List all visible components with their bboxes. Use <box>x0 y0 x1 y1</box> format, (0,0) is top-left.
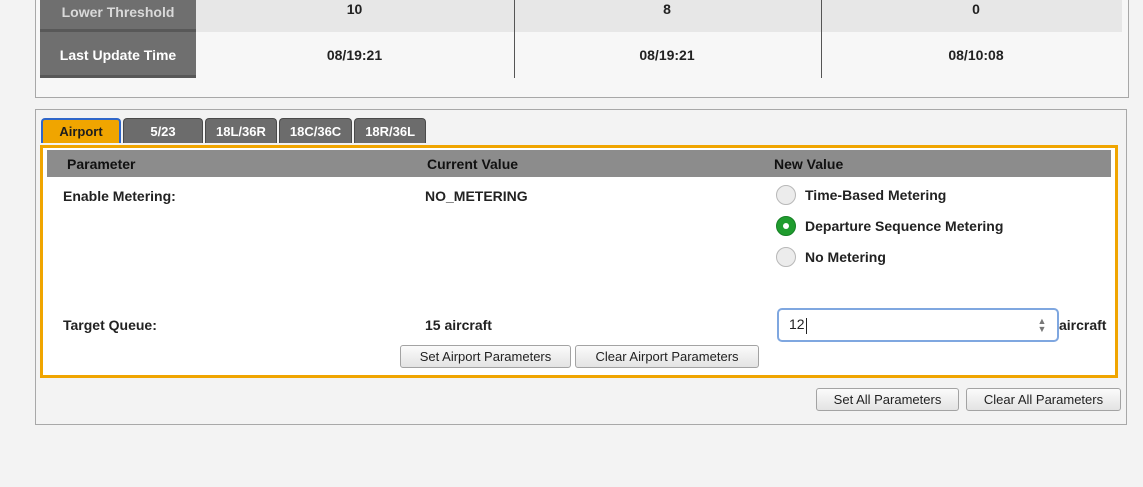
last-update-value-3: 08/10:08 <box>948 47 1004 63</box>
radio-label: No Metering <box>805 249 886 265</box>
column-divider <box>821 0 822 78</box>
header-current-value: Current Value <box>427 156 519 172</box>
target-queue-label: Target Queue: <box>63 317 157 333</box>
tab-airport[interactable]: Airport <box>41 118 121 143</box>
lower-threshold-value-2: 8 <box>663 1 671 17</box>
header-parameter: Parameter <box>67 156 136 172</box>
parameters-panel: Airport 5/23 18L/36R 18C/36C 18R/36L Par… <box>35 109 1127 425</box>
target-queue-current: 15 aircraft <box>425 317 492 333</box>
up-down-spinner-icon[interactable]: ▲ ▼ <box>1035 317 1049 334</box>
tab-5-23[interactable]: 5/23 <box>123 118 203 143</box>
tab-18c-36c[interactable]: 18C/36C <box>278 118 353 143</box>
radio-checked-icon[interactable] <box>776 216 796 236</box>
radio-unchecked-icon[interactable] <box>776 185 796 205</box>
tab-18r-36l[interactable]: 18R/36L <box>354 118 427 143</box>
set-all-parameters-button[interactable]: Set All Parameters <box>816 388 959 411</box>
lower-threshold-value-1: 10 <box>346 1 363 17</box>
radio-label: Departure Sequence Metering <box>805 218 1004 234</box>
enable-metering-current: NO_METERING <box>425 188 528 204</box>
enable-metering-label: Enable Metering: <box>63 188 176 204</box>
last-update-row: Last Update Time 08/19:21 08/19:21 08/10… <box>40 32 1122 78</box>
clear-airport-parameters-button[interactable]: Clear Airport Parameters <box>575 345 759 368</box>
tab-18l-36r[interactable]: 18L/36R <box>205 118 277 143</box>
radio-label: Time-Based Metering <box>805 187 947 203</box>
radio-unchecked-icon[interactable] <box>776 247 796 267</box>
target-queue-unit: aircraft <box>1059 317 1107 333</box>
set-airport-parameters-button[interactable]: Set Airport Parameters <box>400 345 571 368</box>
parameters-table-header: Parameter Current Value New Value <box>47 150 1111 177</box>
column-divider <box>514 0 515 78</box>
radio-departure-sequence-metering[interactable]: Departure Sequence Metering <box>776 216 1003 236</box>
target-queue-input[interactable]: 12 ▲ ▼ <box>777 308 1059 342</box>
target-queue-input-value[interactable]: 12 <box>789 316 805 332</box>
radio-no-metering[interactable]: No Metering <box>776 247 886 267</box>
status-panel: Lower Threshold 10 8 0 Last Update Time … <box>35 0 1129 98</box>
radio-time-based-metering[interactable]: Time-Based Metering <box>776 185 946 205</box>
lower-threshold-row: Lower Threshold 10 8 0 <box>40 0 1122 32</box>
runway-tabs: Airport 5/23 18L/36R 18C/36C 18R/36L <box>41 118 427 143</box>
header-new-value: New Value <box>774 156 844 172</box>
clear-all-parameters-button[interactable]: Clear All Parameters <box>966 388 1121 411</box>
airport-tab-content: Parameter Current Value New Value Enable… <box>40 145 1118 378</box>
last-update-value-1: 08/19:21 <box>326 47 383 63</box>
row-label: Last Update Time <box>40 32 196 78</box>
lower-threshold-value-3: 0 <box>972 1 980 17</box>
last-update-value-2: 08/19:21 <box>639 47 695 63</box>
row-label: Lower Threshold <box>40 0 196 32</box>
